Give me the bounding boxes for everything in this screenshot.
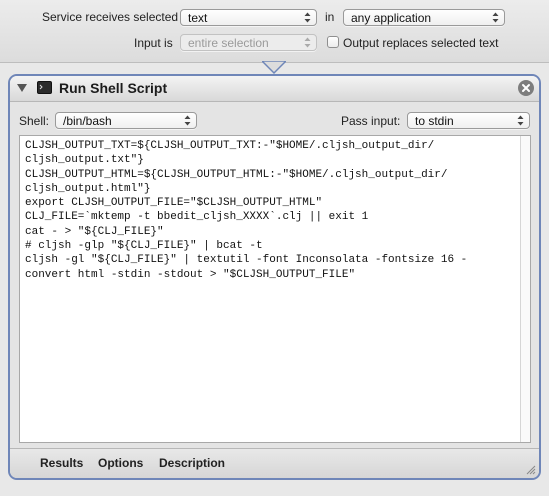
pass-input-value: to stdin [415,114,454,128]
vertical-scrollbar[interactable] [520,136,530,442]
close-icon[interactable] [518,80,534,96]
shell-select[interactable]: /bin/bash [55,112,197,129]
pass-input-select[interactable]: to stdin [407,112,530,129]
description-button[interactable]: Description [159,456,225,470]
input-is-value: entire selection [188,36,269,50]
application-value: any application [351,11,432,25]
output-replaces-checkbox[interactable] [327,36,339,48]
select-arrows-icon [184,115,191,126]
output-replaces-label: Output replaces selected text [343,36,499,50]
select-arrows-icon [492,12,499,23]
in-label: in [325,10,335,24]
terminal-icon [37,81,52,94]
select-arrows-icon [304,12,311,23]
action-footer: Results Options Description [10,448,539,478]
select-arrows-icon [304,37,311,48]
service-type-value: text [188,11,208,25]
results-button[interactable]: Results [40,456,83,470]
action-title: Run Shell Script [59,80,168,96]
script-text[interactable]: CLJSH_OUTPUT_TXT=${CLJSH_OUTPUT_TXT:-"$H… [20,136,530,285]
run-shell-script-action: Run Shell Script Shell: /bin/bash Pass i… [8,74,541,480]
connector-notch [262,61,286,75]
input-is-select[interactable]: entire selection [180,34,317,51]
shell-label: Shell: [19,114,50,128]
pass-input-label: Pass input: [341,114,401,128]
action-titlebar[interactable]: Run Shell Script [10,76,539,102]
shell-value: /bin/bash [63,114,112,128]
script-editor[interactable]: CLJSH_OUTPUT_TXT=${CLJSH_OUTPUT_TXT:-"$H… [19,135,531,443]
disclosure-triangle-icon[interactable] [17,84,27,93]
options-button[interactable]: Options [98,456,143,470]
resize-grip-icon[interactable] [525,464,536,475]
workflow-header: Service receives selected text in any ap… [0,0,549,63]
application-select[interactable]: any application [343,9,505,26]
select-arrows-icon [517,115,524,126]
service-type-select[interactable]: text [180,9,317,26]
service-receives-label: Service receives selected [42,10,179,24]
input-is-label: Input is [134,36,173,50]
